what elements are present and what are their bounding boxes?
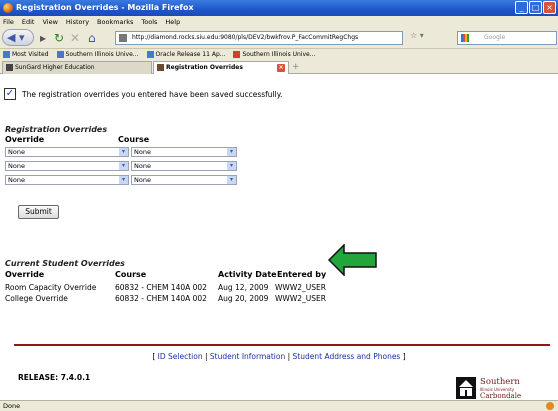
student-information-link[interactable]: Student Information bbox=[210, 352, 285, 361]
submit-button[interactable]: Submit bbox=[18, 205, 59, 219]
release-label: RELEASE: 7.4.0.1 bbox=[18, 373, 91, 382]
chevron-down-icon: ▾ bbox=[119, 162, 128, 170]
success-message: ✓ The registration overrides you entered… bbox=[4, 88, 282, 100]
override-select-3[interactable]: None ▾ bbox=[5, 175, 129, 185]
override-user: WWW2_USER bbox=[275, 283, 326, 292]
address-bar[interactable]: http://diamond.rocks.siu.edu:9080/pls/DE… bbox=[115, 31, 403, 45]
course-column-header: Course bbox=[118, 135, 150, 144]
menu-edit[interactable]: Edit bbox=[22, 18, 35, 26]
id-selection-link[interactable]: ID Selection bbox=[158, 352, 203, 361]
override-course: 60832 - CHEM 140A 002 bbox=[115, 283, 207, 292]
star-icon[interactable]: ☆ ▾ bbox=[410, 31, 450, 45]
bookmark-siu-2[interactable]: Southern Illinois Unive... bbox=[233, 51, 315, 58]
page-icon bbox=[146, 51, 154, 58]
override-name: College Override bbox=[5, 294, 68, 303]
forward-icon[interactable]: ▸ bbox=[40, 31, 46, 45]
address-url: http://diamond.rocks.siu.edu:9080/pls/DE… bbox=[132, 34, 359, 41]
menu-file[interactable]: File bbox=[3, 18, 14, 26]
override-date: Aug 12, 2009 bbox=[218, 283, 269, 292]
chevron-down-icon: ▾ bbox=[119, 176, 128, 184]
tab-close-icon[interactable]: × bbox=[277, 64, 285, 72]
close-button[interactable]: × bbox=[543, 1, 556, 14]
menu-bookmarks[interactable]: Bookmarks bbox=[97, 18, 133, 26]
university-building-icon bbox=[456, 377, 476, 399]
current-override-header: Override bbox=[5, 270, 45, 279]
footer-divider bbox=[14, 344, 550, 346]
menu-tools[interactable]: Tools bbox=[141, 18, 157, 26]
course-select-1[interactable]: None ▾ bbox=[131, 147, 237, 157]
menu-bar: File Edit View History Bookmarks Tools H… bbox=[0, 16, 558, 27]
override-course: 60832 - CHEM 140A 002 bbox=[115, 294, 207, 303]
status-text: Done bbox=[3, 402, 21, 410]
window-title: Registration Overrides - Mozilla Firefox bbox=[16, 3, 194, 12]
override-user: WWW2_USER bbox=[275, 294, 326, 303]
window-controls: _ □ × bbox=[515, 1, 556, 14]
success-text: The registration overrides you entered h… bbox=[22, 89, 283, 99]
tab-bar: SunGard Higher Education Registration Ov… bbox=[0, 60, 558, 74]
footer-links: [ ID Selection | Student Information | S… bbox=[152, 352, 406, 361]
menu-view[interactable]: View bbox=[42, 18, 57, 26]
logo-line-1: Southern bbox=[480, 377, 520, 387]
status-icon bbox=[546, 402, 554, 410]
green-arrow-icon bbox=[328, 244, 377, 276]
site-icon bbox=[119, 34, 127, 42]
menu-history[interactable]: History bbox=[66, 18, 89, 26]
bookmark-most-visited[interactable]: Most Visited bbox=[3, 51, 49, 58]
reload-icon[interactable]: ↻ bbox=[54, 31, 64, 45]
mail-icon bbox=[233, 51, 241, 58]
tab-registration-overrides[interactable]: Registration Overrides × bbox=[153, 61, 289, 74]
bookmark-siu-1[interactable]: Southern Illinois Unive... bbox=[56, 51, 139, 58]
siu-logo: Southern Illinois University Carbondale bbox=[453, 375, 553, 400]
chevron-down-icon: ▾ bbox=[227, 162, 236, 170]
page-icon bbox=[56, 51, 64, 58]
current-course-header: Course bbox=[115, 270, 147, 279]
chevron-down-icon: ▾ bbox=[227, 148, 236, 156]
course-select-2[interactable]: None ▾ bbox=[131, 161, 237, 171]
bookmark-oracle[interactable]: Oracle Release 11 Ap... bbox=[146, 51, 225, 58]
chevron-down-icon: ▾ bbox=[119, 148, 128, 156]
google-icon bbox=[461, 34, 469, 42]
tab-sungard[interactable]: SunGard Higher Education bbox=[2, 61, 152, 74]
override-select-2[interactable]: None ▾ bbox=[5, 161, 129, 171]
chevron-down-icon: ▾ bbox=[227, 176, 236, 184]
navigation-toolbar: ◀ ▾ ▸ ↻ ✕ ⌂ http://diamond.rocks.siu.edu… bbox=[0, 27, 558, 49]
maximize-button[interactable]: □ bbox=[529, 1, 542, 14]
page-icon bbox=[157, 64, 164, 71]
override-name: Room Capacity Override bbox=[5, 283, 97, 292]
search-input[interactable]: Google bbox=[457, 31, 557, 45]
stop-icon[interactable]: ✕ bbox=[70, 31, 80, 45]
overrides-title: Registration Overrides bbox=[5, 125, 108, 134]
entered-by-header: Entered by bbox=[277, 270, 327, 279]
checkmark-icon: ✓ bbox=[4, 88, 16, 100]
override-select-1[interactable]: None ▾ bbox=[5, 147, 129, 157]
override-column-header: Override bbox=[5, 135, 45, 144]
sungard-icon bbox=[6, 64, 13, 71]
status-bar: Done bbox=[0, 400, 558, 411]
current-overrides-title: Current Student Overrides bbox=[5, 259, 125, 268]
override-date: Aug 20, 2009 bbox=[218, 294, 269, 303]
minimize-button[interactable]: _ bbox=[515, 1, 528, 14]
home-icon[interactable]: ⌂ bbox=[88, 31, 96, 45]
menu-help[interactable]: Help bbox=[165, 18, 180, 26]
activity-date-header: Activity Date bbox=[218, 270, 277, 279]
new-tab-button[interactable]: + bbox=[292, 62, 300, 72]
back-button[interactable]: ◀ ▾ bbox=[2, 29, 34, 46]
logo-line-3: Carbondale bbox=[480, 392, 522, 400]
student-address-phones-link[interactable]: Student Address and Phones bbox=[293, 352, 401, 361]
page-content: ✓ The registration overrides you entered… bbox=[0, 74, 558, 400]
bookmarks-bar: Most Visited Southern Illinois Unive... … bbox=[0, 49, 558, 60]
window-titlebar: Registration Overrides - Mozilla Firefox… bbox=[0, 0, 558, 16]
firefox-icon bbox=[3, 3, 13, 13]
bookmark-icon bbox=[3, 51, 10, 58]
search-placeholder: Google bbox=[484, 34, 506, 41]
course-select-3[interactable]: None ▾ bbox=[131, 175, 237, 185]
